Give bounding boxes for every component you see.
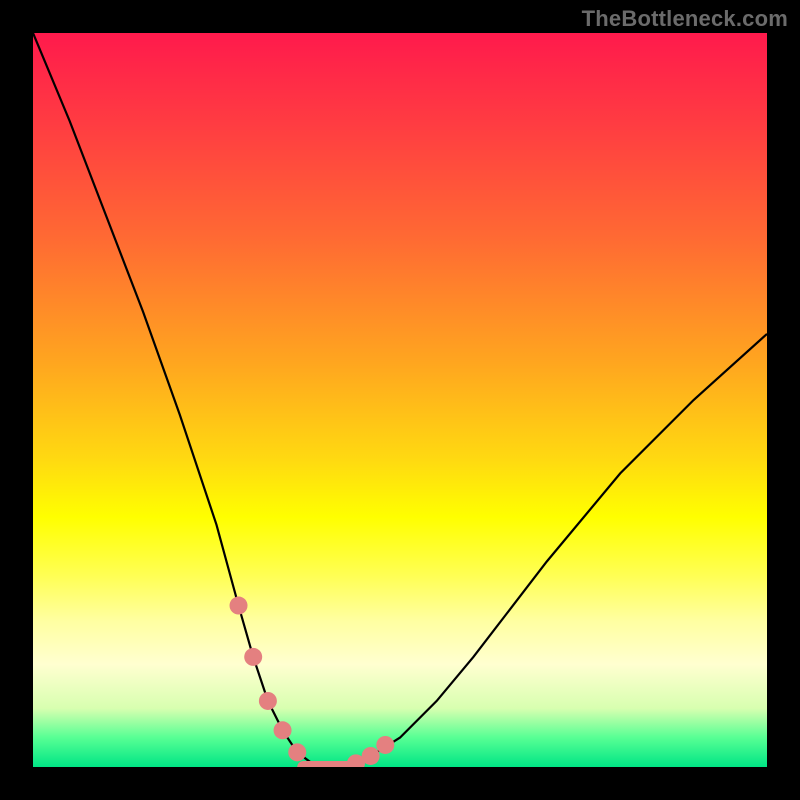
- valley-band: [297, 761, 356, 767]
- curve-svg: [33, 33, 767, 767]
- highlight-dot: [259, 692, 277, 710]
- watermark-label: TheBottleneck.com: [582, 6, 788, 32]
- highlight-marks: [230, 597, 395, 767]
- highlight-dot: [376, 736, 394, 754]
- highlight-dot: [230, 597, 248, 615]
- plot-area: [33, 33, 767, 767]
- highlight-dot: [288, 743, 306, 761]
- bottleneck-curve: [33, 33, 767, 767]
- highlight-dot: [362, 747, 380, 765]
- highlight-dot: [244, 648, 262, 666]
- chart-frame: TheBottleneck.com: [0, 0, 800, 800]
- highlight-dot: [274, 721, 292, 739]
